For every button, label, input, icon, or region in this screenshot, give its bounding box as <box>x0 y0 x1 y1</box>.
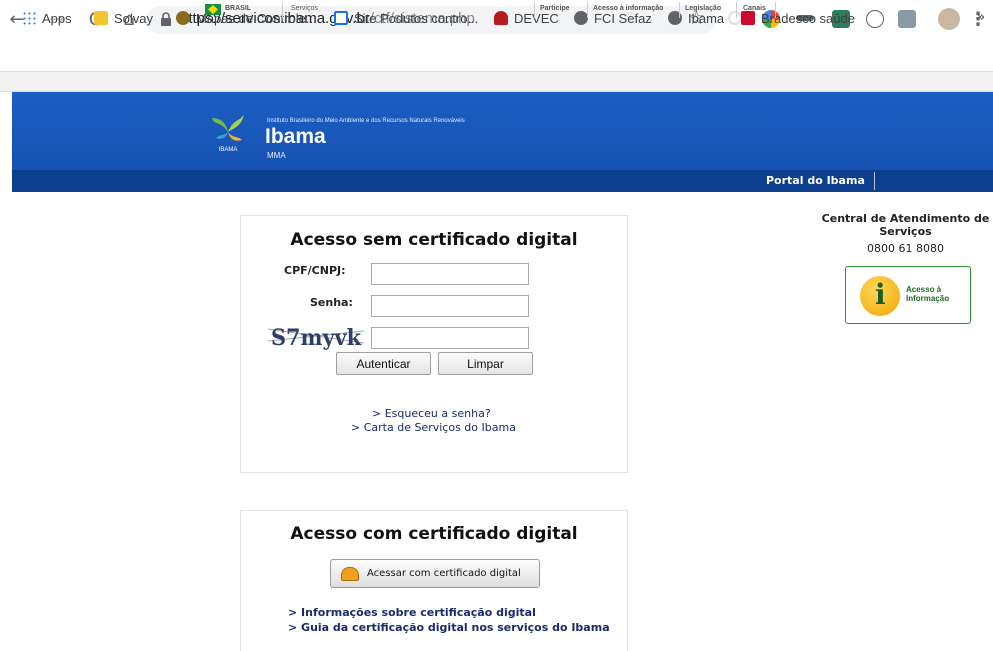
extension-gray-icon[interactable] <box>898 10 916 28</box>
apps-grid-icon <box>22 11 36 25</box>
info-i-glyph: i <box>875 278 886 311</box>
access-information-label: Acesso à Informação <box>906 285 949 303</box>
certificate-access-button[interactable]: Acessar com certificado digital <box>330 559 540 588</box>
site-brand[interactable]: Ibama <box>265 125 326 149</box>
service-center-line1: Central de Atendimento de <box>821 212 990 225</box>
bookmark-apps[interactable]: Apps <box>22 9 72 27</box>
bookmark-solvay[interactable]: Solvay <box>94 9 153 27</box>
bookmark-site-produtos[interactable]: Site Podutos contro... <box>334 9 478 27</box>
forgot-password-link[interactable]: > Esqueceu a senha? <box>372 407 491 420</box>
cpf-input[interactable] <box>371 263 529 285</box>
folder-icon <box>94 11 108 25</box>
brazil-flag-icon <box>205 4 221 15</box>
access-label-line2: Informação <box>906 294 950 303</box>
seal-icon <box>176 11 190 25</box>
divider <box>874 172 875 190</box>
captcha-image: S7myvk <box>268 321 364 351</box>
divider <box>775 2 776 18</box>
lock-icon <box>161 12 171 26</box>
service-phone: 0800 61 8080 <box>867 242 944 255</box>
cpf-label: CPF/CNPJ: <box>284 264 346 277</box>
divider <box>736 2 737 18</box>
gov-acesso-link[interactable]: Acesso à informação <box>593 5 663 12</box>
ministry-label: MMA <box>267 151 286 160</box>
certificate-info-link[interactable]: > Informações sobre certificação digital <box>288 606 536 619</box>
service-charter-link[interactable]: > Carta de Serviços do Ibama <box>351 421 516 434</box>
certificate-title: Acesso com certificado digital <box>290 524 578 544</box>
bookmarks-overflow-icon[interactable]: » <box>977 10 985 25</box>
captcha-text: S7myvk <box>271 325 362 351</box>
globe-icon <box>574 11 588 25</box>
extension-help-icon[interactable] <box>866 10 884 28</box>
certificate-guide-link[interactable]: > Guia da certificação digital nos servi… <box>288 621 610 634</box>
login-title: Acesso sem certificado digital <box>290 230 578 250</box>
certificate-icon <box>341 566 359 581</box>
calendar-icon <box>334 11 348 25</box>
divider <box>534 2 535 18</box>
senha-label: Senha: <box>310 296 353 309</box>
gov-servicos-link[interactable]: Serviços <box>291 5 318 12</box>
site-header <box>12 92 993 170</box>
profile-avatar[interactable] <box>938 8 960 30</box>
gov-participe-link[interactable]: Participe <box>540 5 570 12</box>
service-center-heading: Central de Atendimento de Serviços <box>818 212 993 238</box>
devec-icon <box>494 11 508 25</box>
gov-canais-link[interactable]: Canais <box>743 5 766 12</box>
captcha-input[interactable] <box>371 327 529 349</box>
logo-caption: IBAMA <box>219 147 238 153</box>
password-input[interactable] <box>371 295 529 317</box>
institute-name: Instituto Brasileiro do Meio Ambiente e … <box>267 118 465 124</box>
divider <box>282 2 283 18</box>
bradesco-icon <box>741 11 755 25</box>
portal-ibama-link[interactable]: Portal do Ibama <box>766 174 865 187</box>
gov-legislacao-link[interactable]: Legislação <box>685 5 721 12</box>
ibama-logo-icon[interactable]: IBAMA <box>210 110 246 156</box>
certificate-button-label: Acessar com certificado digital <box>367 568 521 579</box>
access-label-line1: Acesso à <box>906 285 942 294</box>
gov-bar <box>0 72 993 92</box>
service-center-line2: Serviços <box>879 225 932 238</box>
divider <box>587 2 588 18</box>
extension-icon[interactable] <box>728 11 742 25</box>
gov-brasil-link[interactable]: BRASIL <box>225 5 251 12</box>
clear-button[interactable]: Limpar <box>438 352 533 375</box>
authenticate-button[interactable]: Autenticar <box>336 352 431 375</box>
divider <box>679 2 680 18</box>
bookmarks-bar <box>0 38 993 72</box>
